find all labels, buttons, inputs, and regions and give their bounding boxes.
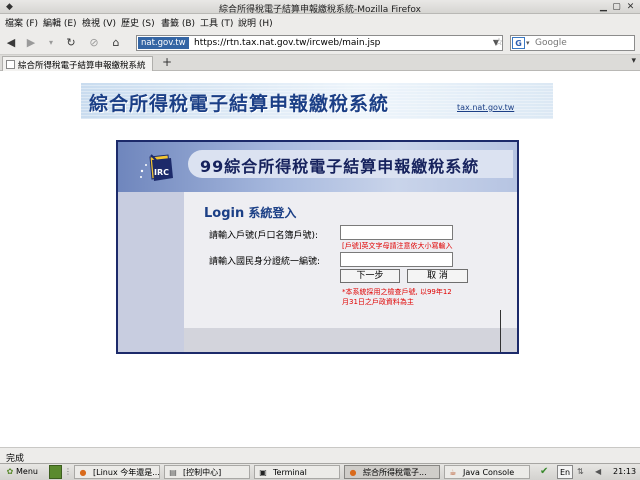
search-engine-dropdown-icon[interactable]: ▾ (526, 37, 530, 49)
network-icon[interactable]: ⇅ (577, 465, 587, 479)
cancel-button[interactable]: 取 消 (407, 269, 468, 283)
terminal-icon: ▣ (259, 468, 267, 477)
login-panel: IRC 99綜合所得稅電子結算申報繳稅系統 Login 系統登入 請輸入戶號(戶… (116, 140, 519, 354)
taskbar-item-label: Java Console (463, 468, 515, 477)
login-title-bar: 99綜合所得稅電子結算申報繳稅系統 (188, 150, 513, 178)
footnote-line-1: *本系統採用之檢查戶號, 以99年12 (342, 288, 452, 296)
start-menu-label: Menu (16, 467, 38, 476)
window-titlebar: ◆ 綜合所得稅電子結算申報繳稅系統-Mozilla Firefox ▁ ▢ ✕ (0, 0, 640, 15)
menu-history[interactable]: 歷史 (S) (121, 16, 155, 29)
input-method-indicator[interactable]: En (557, 465, 573, 479)
taskbar-item-linux[interactable]: ● [Linux 今年還是... (74, 465, 160, 479)
show-desktop-icon[interactable] (49, 465, 62, 479)
taskbar-item-firefox[interactable]: ● 綜合所得稅電子... (344, 465, 440, 479)
household-number-note: [戶號]英文字母請注意依大小寫輸入 (342, 242, 453, 250)
login-heading-zh: 系統登入 (248, 206, 297, 220)
stop-icon[interactable]: ⊘ (86, 35, 102, 51)
reload-icon[interactable]: ↻ (63, 35, 79, 51)
taskbar-item-control-center[interactable]: ▤ [控制中心] (164, 465, 250, 479)
google-icon[interactable]: G (512, 37, 525, 49)
forward-icon[interactable]: ▶ (23, 35, 39, 51)
login-left-panel (118, 192, 184, 352)
menu-bar: 檔案 (F) 編輯 (E) 檢視 (V) 歷史 (S) 書籤 (B) 工具 (T… (0, 14, 640, 30)
clock[interactable]: 21:13 (613, 465, 639, 479)
page-content: 綜合所得稅電子結算申報繳稅系統 tax.nat.gov.tw IRC 99綜合所… (0, 71, 640, 447)
irc-logo-icon: IRC (140, 154, 173, 181)
navigation-toolbar: ◀ ▶ ▾ ↻ ⊘ ⌂ nat.gov.tw https://rtn.tax.n… (0, 30, 640, 55)
system-taskbar: ✿ Menu ⋮ ● [Linux 今年還是... ▤ [控制中心] ▣ Ter… (0, 463, 640, 480)
next-step-button[interactable]: 下一步 (340, 269, 400, 283)
start-menu-button[interactable]: ✿ Menu (3, 465, 45, 479)
new-tab-button[interactable]: + (162, 56, 172, 69)
household-number-input[interactable] (340, 225, 453, 240)
tab-active[interactable]: 綜合所得稅電子結算申報繳稅系統 (2, 56, 153, 71)
site-identity-button[interactable]: nat.gov.tw (138, 37, 189, 49)
history-dropdown-icon[interactable]: ▾ (43, 35, 59, 51)
banner-title: 綜合所得稅電子結算申報繳稅系統 (89, 93, 390, 115)
menu-file[interactable]: 檔案 (F) (5, 16, 38, 29)
firefox-icon: ● (79, 468, 87, 477)
taskbar-item-label: [Linux 今年還是... (93, 468, 160, 477)
tab-title: 綜合所得稅電子結算申報繳稅系統 (18, 61, 146, 71)
login-footer-band (184, 328, 517, 352)
minimize-icon[interactable]: ▁ (598, 2, 609, 12)
menu-logo-icon: ✿ (6, 467, 14, 476)
search-bar[interactable]: G ▾ (510, 35, 635, 51)
site-banner: 綜合所得稅電子結算申報繳稅系統 tax.nat.gov.tw (81, 83, 553, 119)
control-center-icon: ▤ (169, 468, 177, 477)
login-header: IRC 99綜合所得稅電子結算申報繳稅系統 (118, 142, 517, 192)
menu-tools[interactable]: 工具 (T) (200, 16, 233, 29)
firefox-icon: ● (349, 468, 357, 477)
tab-bar: 綜合所得稅電子結算申報繳稅系統 + ▾ (0, 55, 640, 71)
close-icon[interactable]: ✕ (625, 2, 636, 12)
taskbar-item-java-console[interactable]: ☕ Java Console (444, 465, 530, 479)
url-text[interactable]: https://rtn.tax.nat.gov.tw/ircweb/main.j… (194, 37, 380, 49)
java-icon: ☕ (449, 468, 457, 477)
footnote-line-2: 月31日之戶政資料為主 (342, 298, 414, 306)
menu-help[interactable]: 說明 (H) (238, 16, 273, 29)
login-heading: Login 系統登入 (204, 204, 296, 221)
maximize-icon[interactable]: ▢ (611, 2, 622, 12)
taskbar-item-label: Terminal (273, 468, 307, 477)
household-number-label: 請輸入戶號(戶口名簿戶號): (209, 231, 319, 241)
search-input[interactable] (535, 37, 630, 49)
taskbar-item-label: 綜合所得稅電子... (363, 468, 427, 477)
home-icon[interactable]: ⌂ (108, 35, 124, 51)
menu-bookmarks[interactable]: 書籤 (B) (161, 16, 195, 29)
back-icon[interactable]: ◀ (3, 35, 19, 51)
volume-icon[interactable]: ◀ (595, 465, 605, 479)
national-id-input[interactable] (340, 252, 453, 267)
menu-view[interactable]: 檢視 (V) (82, 16, 116, 29)
quicklaunch-separator-icon: ⋮ (64, 467, 72, 476)
menu-edit[interactable]: 編輯 (E) (43, 16, 77, 29)
tabs-dropdown-icon[interactable]: ▾ (631, 56, 636, 66)
update-check-icon[interactable]: ✔ (540, 465, 552, 479)
login-title: 99綜合所得稅電子結算申報繳稅系統 (200, 157, 480, 176)
irc-logo-text: IRC (154, 168, 169, 177)
national-id-label: 請輸入國民身分證統一編號: (209, 257, 321, 267)
banner-site-link[interactable]: tax.nat.gov.tw (457, 103, 514, 112)
page-favicon-icon (6, 60, 15, 69)
bookmark-star-icon[interactable]: ☆ (491, 35, 507, 51)
taskbar-item-label: [控制中心] (183, 468, 222, 477)
status-bar: 完成 (0, 447, 640, 464)
login-heading-en: Login (204, 206, 245, 221)
divider-line (500, 310, 501, 352)
url-bar[interactable]: nat.gov.tw https://rtn.tax.nat.gov.tw/ir… (136, 35, 503, 51)
taskbar-item-terminal[interactable]: ▣ Terminal (254, 465, 340, 479)
